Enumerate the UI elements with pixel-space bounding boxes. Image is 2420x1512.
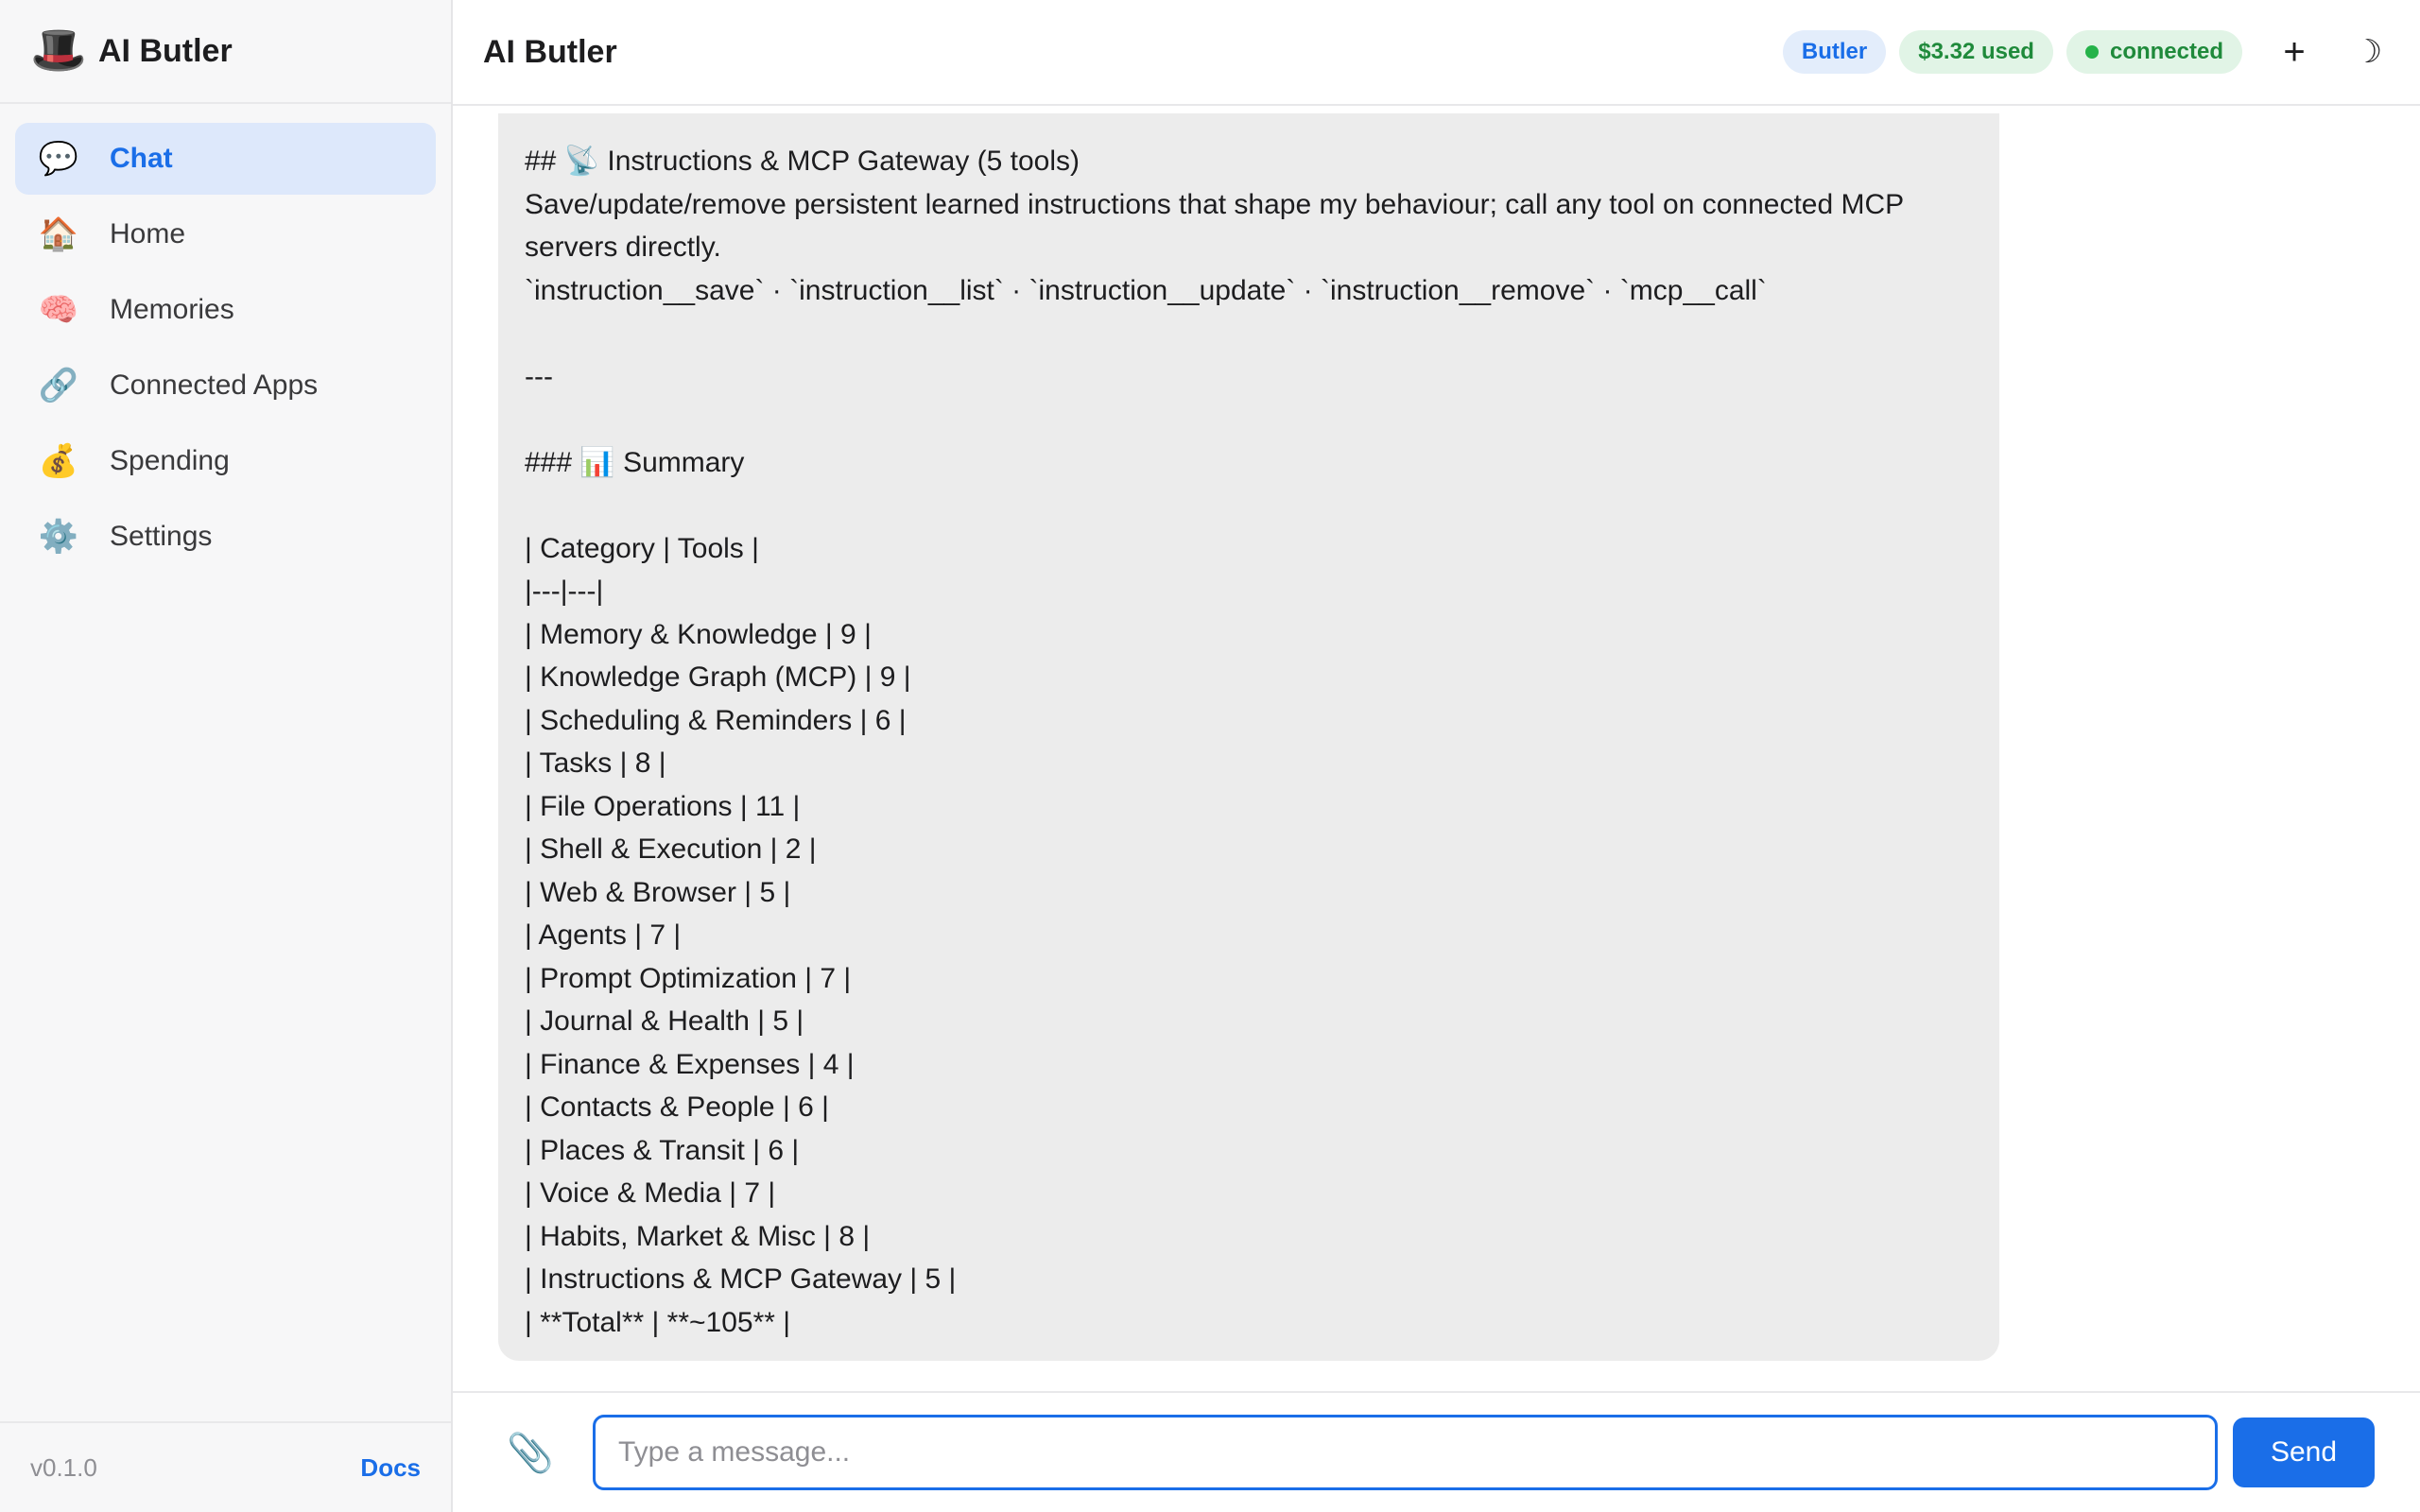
message-list[interactable]: ## 📡 Instructions & MCP Gateway (5 tools… bbox=[453, 106, 2420, 1391]
chat-bubble-icon: 💬 bbox=[38, 141, 79, 177]
sidebar-item-home[interactable]: 🏠 Home bbox=[15, 198, 436, 270]
message-line: --- bbox=[525, 360, 553, 392]
message-input[interactable] bbox=[593, 1415, 2218, 1490]
brand: 🎩 AI Butler bbox=[0, 0, 451, 104]
message-line: | Places & Transit | 6 | bbox=[525, 1134, 800, 1166]
house-icon: 🏠 bbox=[38, 216, 79, 252]
top-bar-actions: Butler $3.32 used connected + ☽ bbox=[1770, 30, 2390, 74]
message-line: Save/update/remove persistent learned in… bbox=[525, 188, 1905, 220]
connection-status-label: connected bbox=[2109, 39, 2223, 64]
agent-badge[interactable]: Butler bbox=[1782, 30, 1887, 74]
message-line: | Tasks | 8 | bbox=[525, 747, 666, 779]
assistant-message-bubble: ## 📡 Instructions & MCP Gateway (5 tools… bbox=[498, 113, 1999, 1361]
page-title: AI Butler bbox=[483, 33, 617, 70]
message-line: | Web & Browser | 5 | bbox=[525, 876, 791, 908]
message-line: | Journal & Health | 5 | bbox=[525, 1005, 804, 1037]
sidebar-item-label: Spending bbox=[110, 445, 230, 476]
message-line bbox=[525, 398, 1973, 441]
new-chat-plus-icon[interactable]: + bbox=[2273, 33, 2316, 71]
composer: 📎 Send bbox=[453, 1391, 2420, 1512]
sidebar-item-label: Settings bbox=[110, 521, 213, 552]
send-button[interactable]: Send bbox=[2233, 1418, 2375, 1487]
sidebar: 🎩 AI Butler 💬 Chat 🏠 Home 🧠 Memories 🔗 C… bbox=[0, 0, 453, 1512]
sidebar-item-label: Chat bbox=[110, 143, 173, 174]
top-bar: AI Butler Butler $3.32 used connected + … bbox=[453, 0, 2420, 106]
paperclip-icon[interactable]: 📎 bbox=[506, 1431, 555, 1475]
message-line: | Shell & Execution | 2 | bbox=[525, 833, 817, 865]
message-line: | Habits, Market & Misc | 8 | bbox=[525, 1220, 871, 1252]
sidebar-item-connected-apps[interactable]: 🔗 Connected Apps bbox=[15, 350, 436, 421]
message-line: | Prompt Optimization | 7 | bbox=[525, 962, 852, 994]
message-line: | Agents | 7 | bbox=[525, 919, 682, 951]
message-line: | **Total** | **~105** | bbox=[525, 1306, 791, 1338]
message-line: |---|---| bbox=[525, 576, 604, 607]
message-line: | Finance & Expenses | 4 | bbox=[525, 1048, 855, 1080]
sidebar-item-label: Memories bbox=[110, 294, 234, 325]
brand-name: AI Butler bbox=[98, 32, 233, 69]
sidebar-item-spending[interactable]: 💰 Spending bbox=[15, 425, 436, 497]
message-line: ## 📡 Instructions & MCP Gateway (5 tools… bbox=[525, 146, 1080, 177]
message-line: ### 📊 Summary bbox=[525, 446, 745, 478]
cost-badge: $3.32 used bbox=[1899, 30, 2053, 74]
sidebar-item-label: Connected Apps bbox=[110, 369, 319, 401]
message-line: | Instructions & MCP Gateway | 5 | bbox=[525, 1263, 957, 1295]
sidebar-item-label: Home bbox=[110, 218, 186, 249]
sidebar-nav: 💬 Chat 🏠 Home 🧠 Memories 🔗 Connected App… bbox=[0, 104, 451, 1421]
gear-icon: ⚙️ bbox=[38, 519, 79, 555]
main-panel: AI Butler Butler $3.32 used connected + … bbox=[453, 0, 2420, 1512]
top-hat-icon: 🎩 bbox=[30, 26, 87, 76]
message-line: `instruction__save` · `instruction__list… bbox=[525, 274, 1767, 306]
message-line: | Knowledge Graph (MCP) | 9 | bbox=[525, 662, 911, 693]
message-line: | File Operations | 11 | bbox=[525, 790, 801, 822]
status-dot-icon bbox=[2084, 45, 2099, 59]
message-line bbox=[525, 312, 1973, 355]
message-line: | Contacts & People | 6 | bbox=[525, 1091, 829, 1123]
version-label: v0.1.0 bbox=[30, 1452, 97, 1482]
sidebar-item-settings[interactable]: ⚙️ Settings bbox=[15, 501, 436, 573]
message-line: | Scheduling & Reminders | 6 | bbox=[525, 704, 907, 736]
money-bag-icon: 💰 bbox=[38, 443, 79, 479]
connection-status-badge: connected bbox=[2066, 30, 2242, 74]
message-line: | Voice & Media | 7 | bbox=[525, 1177, 776, 1209]
sidebar-item-chat[interactable]: 💬 Chat bbox=[15, 123, 436, 195]
docs-link[interactable]: Docs bbox=[360, 1453, 421, 1483]
message-line: servers directly. bbox=[525, 232, 721, 263]
message-line: | Category | Tools | bbox=[525, 532, 759, 564]
app-root: 🎩 AI Butler 💬 Chat 🏠 Home 🧠 Memories 🔗 C… bbox=[0, 0, 2420, 1512]
link-icon: 🔗 bbox=[38, 368, 79, 404]
message-line bbox=[525, 484, 1973, 527]
sidebar-item-memories[interactable]: 🧠 Memories bbox=[15, 274, 436, 346]
sidebar-footer: v0.1.0 Docs bbox=[0, 1421, 451, 1512]
brain-icon: 🧠 bbox=[38, 292, 79, 328]
message-line: | Memory & Knowledge | 9 | bbox=[525, 618, 872, 650]
theme-toggle-moon-icon[interactable]: ☽ bbox=[2346, 36, 2390, 68]
